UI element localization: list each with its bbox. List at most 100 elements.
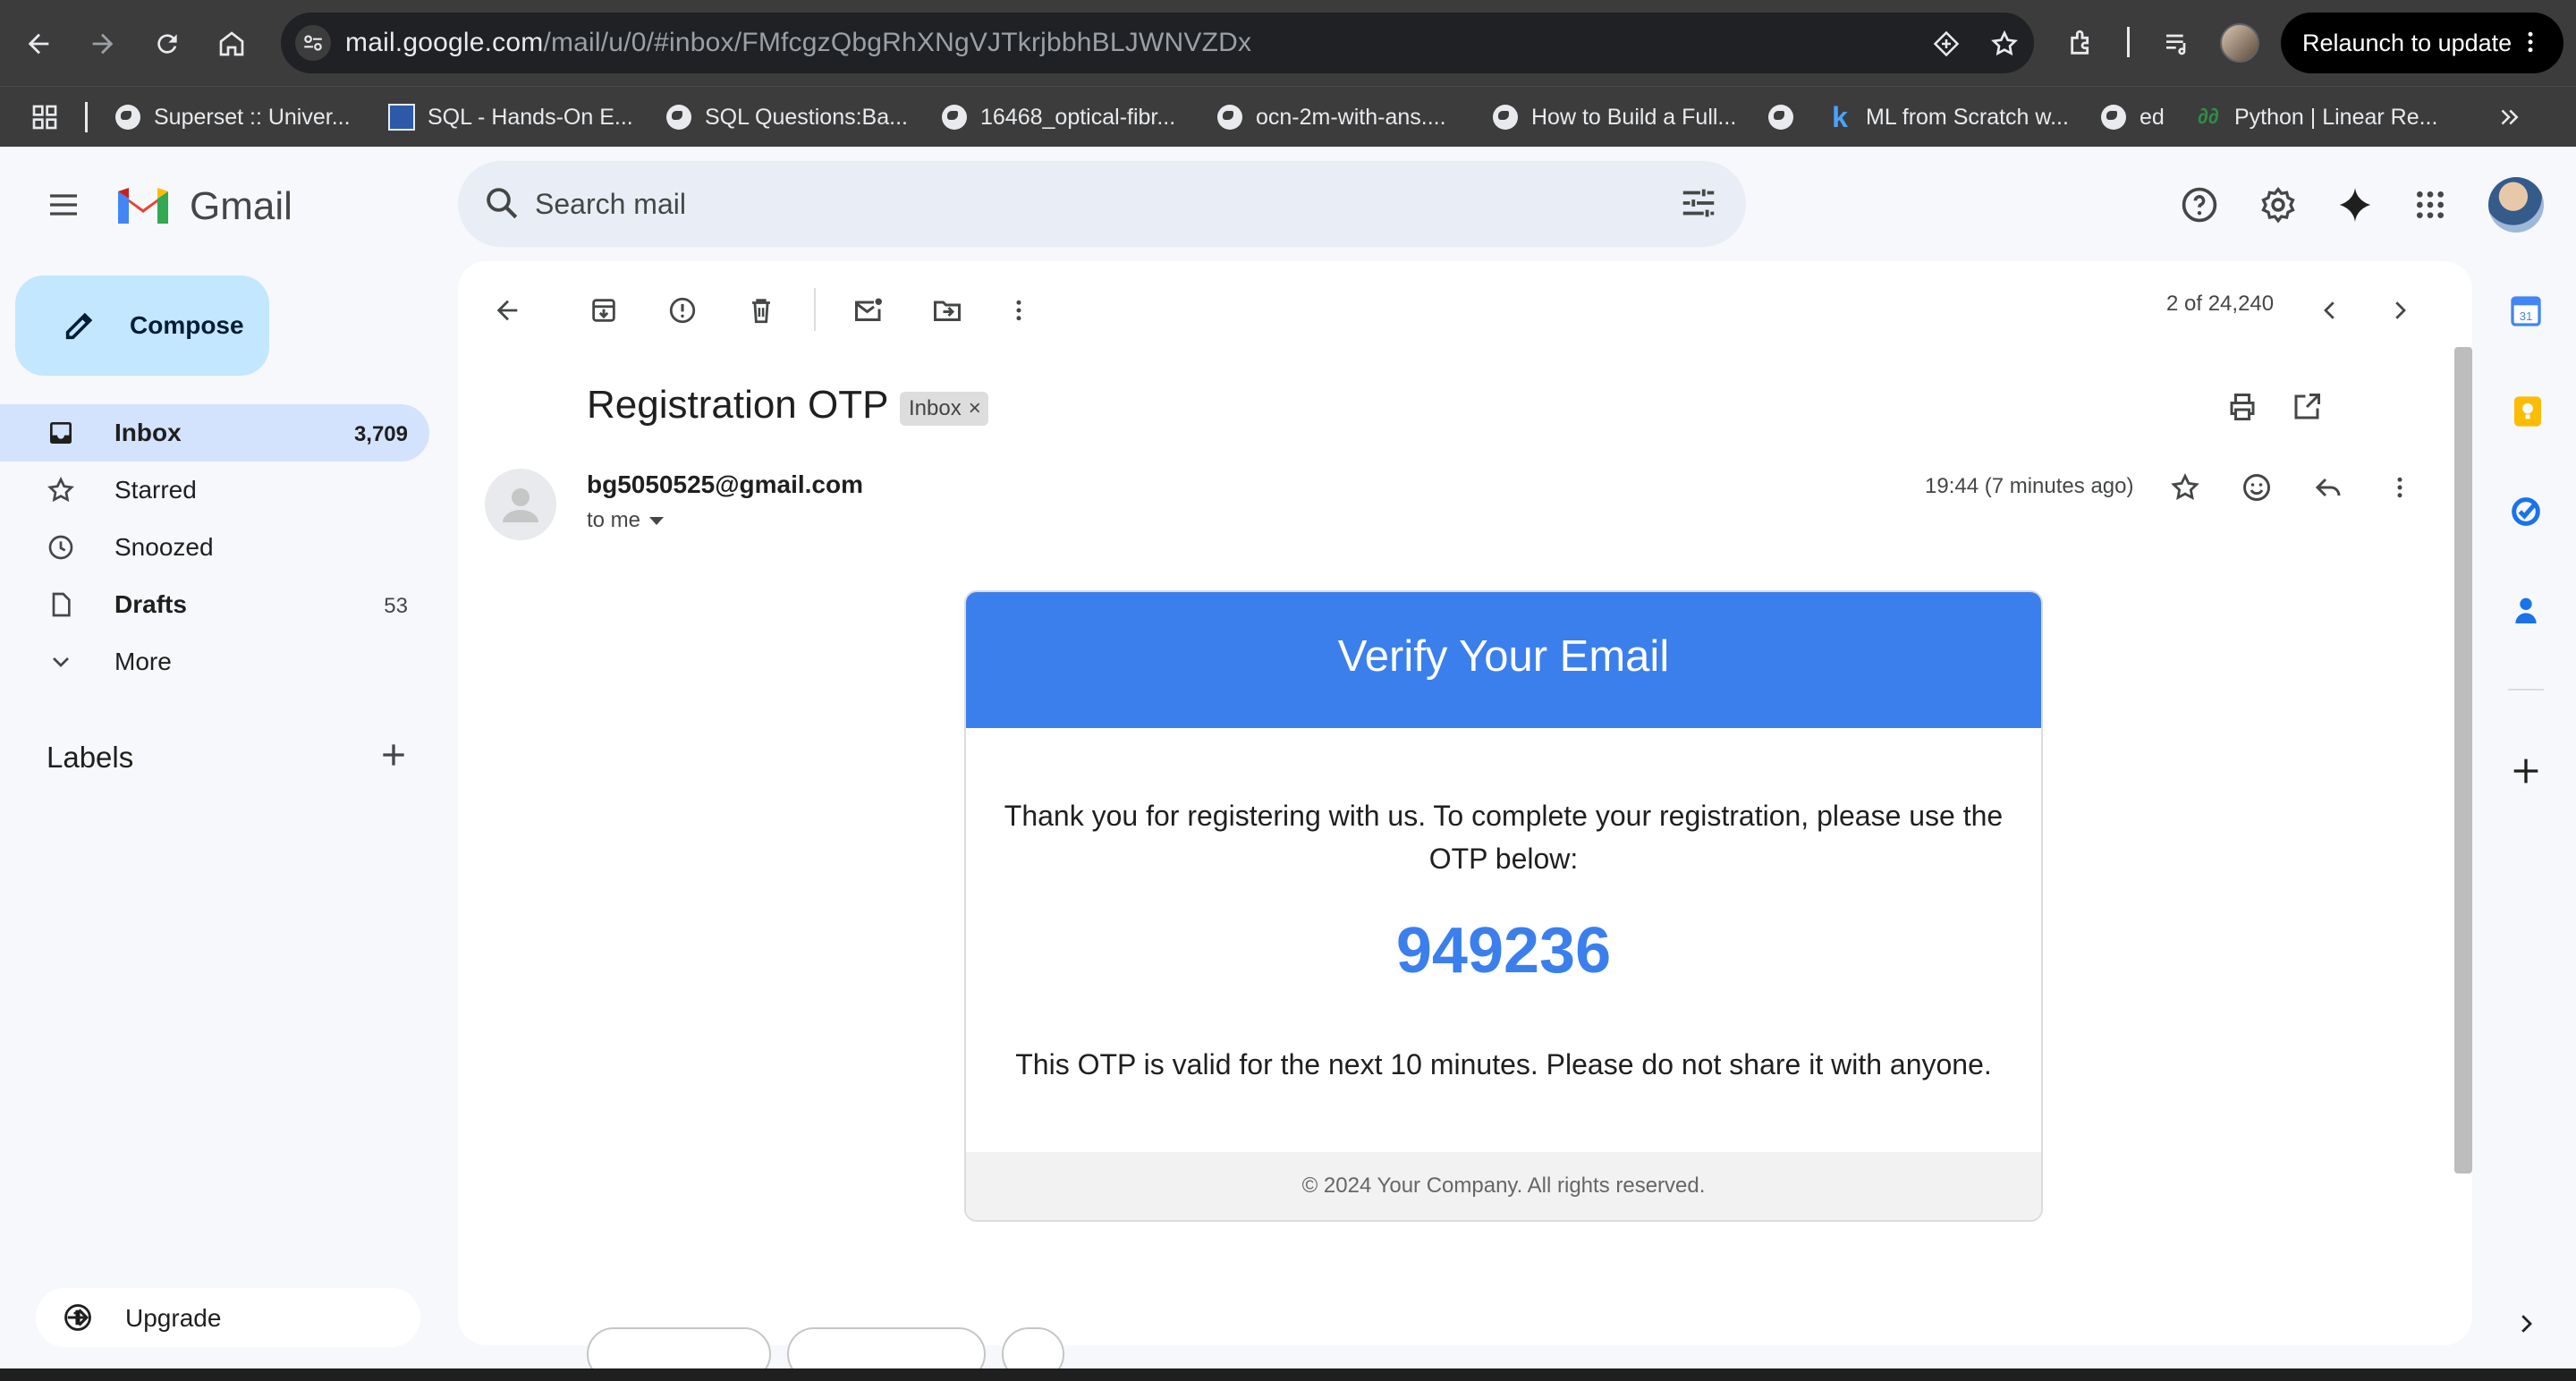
email-footer: © 2024 Your Company. All rights reserved… bbox=[966, 1152, 2041, 1220]
show-side-panel-chevron-icon[interactable] bbox=[2504, 1302, 2547, 1345]
sidebar-item-inbox[interactable]: Inbox 3,709 bbox=[0, 404, 429, 462]
sidebar-item-snoozed[interactable]: Snoozed bbox=[0, 519, 429, 576]
message-more-icon[interactable] bbox=[2377, 465, 2422, 510]
more-options-icon[interactable] bbox=[996, 288, 1041, 333]
emoji-reaction-icon[interactable] bbox=[2234, 465, 2279, 510]
bookmarks-bar: Superset :: Univer... SQL - Hands-On E..… bbox=[0, 86, 2576, 147]
compose-label: Compose bbox=[130, 311, 244, 339]
sidebar-item-more[interactable]: More bbox=[0, 633, 429, 690]
forward-icon[interactable] bbox=[80, 21, 125, 66]
settings-gear-icon[interactable] bbox=[2256, 182, 2301, 227]
bookmark-item[interactable]: How to Build a Full... bbox=[1492, 87, 1736, 148]
calendar-icon[interactable]: 31 bbox=[2504, 290, 2547, 333]
side-panel-divider bbox=[2508, 689, 2544, 690]
account-avatar[interactable] bbox=[2488, 177, 2544, 233]
window-bottom-edge bbox=[0, 1368, 2576, 1381]
delete-icon[interactable] bbox=[739, 288, 784, 333]
bookmark-item[interactable]: SQL - Hands-On E... bbox=[388, 87, 633, 148]
keep-icon[interactable] bbox=[2506, 390, 2549, 433]
bookmark-item[interactable]: 16468_optical-fibr... bbox=[941, 87, 1175, 148]
label-chip-text: Inbox bbox=[909, 396, 962, 420]
otp-validity-text: This OTP is valid for the next 10 minute… bbox=[1015, 1048, 1992, 1080]
browser-profile-avatar[interactable] bbox=[2220, 23, 2259, 63]
sidebar-item-starred[interactable]: Starred bbox=[0, 462, 429, 519]
star-icon[interactable] bbox=[2163, 465, 2207, 510]
sidebar-item-label: Starred bbox=[114, 476, 197, 504]
back-to-inbox-icon[interactable] bbox=[485, 288, 530, 333]
relaunch-label: Relaunch to update bbox=[2302, 29, 2512, 56]
compose-button[interactable]: Compose bbox=[15, 275, 269, 376]
chevron-right-icon[interactable] bbox=[2377, 288, 2422, 333]
svg-text:31: 31 bbox=[2520, 309, 2533, 323]
gemini-sparkle-icon[interactable] bbox=[2333, 182, 2377, 227]
add-label-icon[interactable] bbox=[376, 737, 411, 773]
bookmark-item[interactable] bbox=[1767, 87, 1807, 148]
menu-icon[interactable] bbox=[41, 182, 86, 227]
tasks-icon[interactable] bbox=[2504, 490, 2547, 533]
globe-icon bbox=[666, 105, 691, 130]
report-spam-icon[interactable] bbox=[660, 288, 705, 333]
more-vert-icon bbox=[2517, 29, 2544, 55]
message-view: 2 of 24,240 Registration OTP Inbox × bg5… bbox=[458, 261, 2472, 1345]
back-icon[interactable] bbox=[16, 21, 61, 66]
extensions-icon[interactable] bbox=[2063, 23, 2102, 63]
remove-label-button[interactable]: × bbox=[969, 392, 981, 426]
gmail-wordmark: Gmail bbox=[190, 184, 292, 228]
site-icon bbox=[388, 104, 415, 131]
address-bar[interactable]: mail.google.com/mail/u/0/#inbox/FMfcgzQb… bbox=[281, 13, 2034, 73]
inbox-label-chip[interactable]: Inbox × bbox=[900, 392, 988, 426]
gfg-icon: ∂∂ bbox=[2198, 105, 2219, 129]
bookmarks-overflow-icon[interactable] bbox=[2496, 87, 2522, 148]
google-apps-icon[interactable] bbox=[2408, 182, 2453, 227]
archive-icon[interactable] bbox=[581, 288, 626, 333]
url-text: mail.google.com/mail/u/0/#inbox/FMfcgzQb… bbox=[345, 28, 1252, 57]
bookmark-item[interactable]: Superset :: Univer... bbox=[114, 87, 351, 148]
email-body-card: Verify Your Email Thank you for register… bbox=[964, 590, 2043, 1222]
open-in-new-window-icon[interactable] bbox=[2284, 385, 2329, 429]
upgrade-button[interactable]: Upgrade bbox=[36, 1288, 420, 1347]
drafts-count: 53 bbox=[384, 594, 408, 618]
star-icon bbox=[47, 476, 75, 504]
bookmark-item[interactable]: ed bbox=[2100, 87, 2165, 148]
bookmark-item[interactable]: ocn-2m-with-ans.... bbox=[1216, 87, 1446, 148]
sender-email[interactable]: bg5050525@gmail.com bbox=[587, 470, 863, 499]
bookmark-item[interactable]: SQL Questions:Ba... bbox=[665, 87, 908, 148]
help-icon[interactable] bbox=[2177, 182, 2222, 227]
email-heading: Verify Your Email bbox=[1337, 632, 1670, 681]
bookmark-star-icon[interactable] bbox=[1989, 29, 2020, 59]
site-settings-icon[interactable] bbox=[295, 25, 331, 61]
bookmarks-divider bbox=[85, 102, 88, 132]
labels-heading: Labels bbox=[47, 741, 134, 774]
message-subject: Registration OTP bbox=[587, 383, 889, 427]
reload-icon[interactable] bbox=[145, 21, 190, 66]
message-scrollbar[interactable] bbox=[2454, 347, 2472, 1173]
search-input[interactable] bbox=[535, 184, 1608, 224]
search-options-icon[interactable] bbox=[1678, 182, 1719, 224]
bookmark-item[interactable]: k ML from Scratch w... bbox=[1826, 87, 2069, 148]
home-icon[interactable] bbox=[209, 21, 254, 66]
globe-icon bbox=[115, 105, 140, 130]
mark-unread-icon[interactable] bbox=[846, 288, 891, 333]
chevron-left-icon[interactable] bbox=[2308, 288, 2352, 333]
recipient-details-toggle[interactable]: to me bbox=[587, 508, 665, 533]
toolbar-divider bbox=[814, 288, 816, 331]
relaunch-button[interactable]: Relaunch to update bbox=[2281, 13, 2563, 73]
sender-avatar[interactable] bbox=[485, 469, 556, 540]
media-queue-icon[interactable] bbox=[2157, 23, 2197, 63]
draft-icon bbox=[47, 590, 75, 619]
get-addons-plus-icon[interactable] bbox=[2504, 750, 2547, 792]
translate-icon[interactable] bbox=[1931, 29, 1962, 59]
move-to-icon[interactable] bbox=[925, 288, 970, 333]
reply-icon[interactable] bbox=[2306, 465, 2351, 510]
search-bar[interactable] bbox=[458, 161, 1746, 247]
contacts-icon[interactable] bbox=[2504, 589, 2547, 631]
search-icon[interactable] bbox=[483, 184, 521, 222]
apps-grid-icon[interactable] bbox=[30, 87, 59, 148]
gmail-header: Gmail bbox=[0, 147, 2576, 261]
pencil-icon bbox=[62, 308, 97, 343]
gmail-logo-icon[interactable] bbox=[114, 182, 172, 225]
print-icon[interactable] bbox=[2220, 385, 2265, 429]
sidebar-item-drafts[interactable]: Drafts 53 bbox=[0, 576, 429, 633]
email-intro-text: Thank you for registering with us. To co… bbox=[1004, 800, 2004, 875]
bookmark-item[interactable]: ∂∂ Python | Linear Re... bbox=[2195, 87, 2437, 148]
